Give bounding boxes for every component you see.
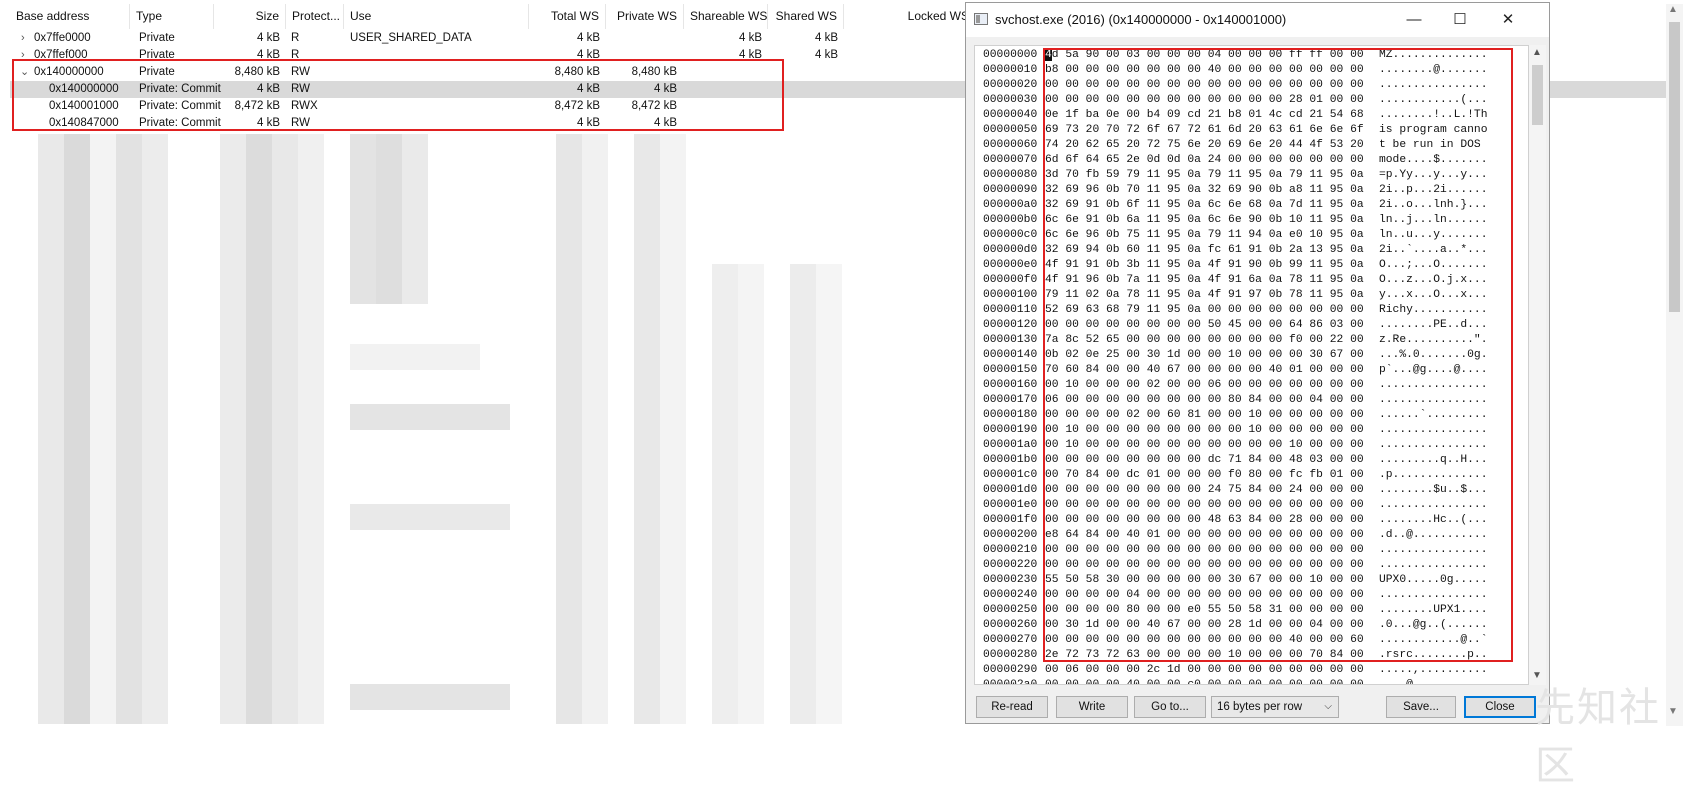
- column-header-type[interactable]: Type: [130, 4, 214, 29]
- hex-offset: 00000230: [983, 574, 1038, 586]
- cell-protect: R: [291, 32, 300, 44]
- hex-vertical-scrollbar[interactable]: [1529, 45, 1546, 685]
- column-header-total-ws[interactable]: Total WS: [529, 4, 606, 29]
- chevron-down-icon: ⌵: [1324, 701, 1332, 712]
- dialog-title-bar[interactable]: svchost.exe (2016) (0x140000000 - 0x1400…: [966, 3, 1549, 37]
- cell-use: USER_SHARED_DATA: [350, 32, 472, 44]
- cell-total-ws: 4 kB: [576, 32, 600, 44]
- save-button[interactable]: Save...: [1386, 696, 1456, 718]
- scroll-up-arrow-icon[interactable]: ▲: [1668, 4, 1678, 15]
- hex-offset: 000000a0: [983, 199, 1038, 211]
- write-button[interactable]: Write: [1056, 696, 1128, 718]
- hex-offset: 000001e0: [983, 499, 1038, 511]
- hex-offset: 00000170: [983, 394, 1038, 406]
- hex-offset: 000000b0: [983, 214, 1038, 226]
- cell-type: Private: [139, 32, 175, 44]
- hex-offset: 00000280: [983, 649, 1038, 661]
- hex-offset: 000001a0: [983, 439, 1038, 451]
- annotation-highlight-box: [12, 59, 784, 131]
- hex-editor-view[interactable]: 00000000 4d 5a 90 00 03 00 00 00 04 00 00…: [974, 45, 1529, 685]
- hex-offset: 00000180: [983, 409, 1038, 421]
- redacted-rows-mosaic: [10, 134, 910, 727]
- cell-shareable-ws: 4 kB: [738, 32, 762, 44]
- window-app-icon: [974, 13, 988, 25]
- column-header-use[interactable]: Use: [344, 4, 529, 29]
- hex-offset: 00000270: [983, 634, 1038, 646]
- memory-hex-dialog: svchost.exe (2016) (0x140000000 - 0x1400…: [965, 2, 1550, 724]
- hex-offset: 00000020: [983, 79, 1038, 91]
- hex-offset: 000000e0: [983, 259, 1038, 271]
- hex-bytes[interactable]: 00 00 00 00 40 00 00 c0 00 00 00 00 00 0…: [1045, 678, 1379, 684]
- hex-offset: 00000080: [983, 169, 1038, 181]
- hex-offset: 00000130: [983, 334, 1038, 346]
- goto-button[interactable]: Go to...: [1134, 696, 1206, 718]
- close-window-button[interactable]: ✕: [1485, 3, 1531, 37]
- column-header-size[interactable]: Size: [214, 4, 286, 29]
- hex-offset: 00000140: [983, 349, 1038, 361]
- hex-ascii[interactable]: .....,..........: [1379, 663, 1487, 678]
- hex-offset: 000000c0: [983, 229, 1038, 241]
- hex-bytes[interactable]: 00 06 00 00 00 2c 1d 00 00 00 00 00 00 0…: [1045, 663, 1379, 678]
- hex-ascii[interactable]: ....@...........: [1379, 678, 1487, 684]
- column-header-shared-ws[interactable]: Shared WS: [768, 4, 844, 29]
- column-header-private-ws[interactable]: Private WS: [606, 4, 684, 29]
- column-header-protect[interactable]: Protect...: [286, 4, 344, 29]
- hex-offset: 00000120: [983, 319, 1038, 331]
- hex-line[interactable]: 00000290 00 06 00 00 00 2c 1d 00 00 00 00…: [983, 663, 1487, 678]
- hex-offset: 00000290: [983, 664, 1038, 676]
- hex-offset: 00000260: [983, 619, 1038, 631]
- hex-offset: 00000040: [983, 109, 1038, 121]
- bytes-per-row-value: 16 bytes per row: [1217, 701, 1303, 713]
- hex-offset: 00000220: [983, 559, 1038, 571]
- hex-offset: 000000f0: [983, 274, 1038, 286]
- hex-offset: 000001b0: [983, 454, 1038, 466]
- cell-size: 4 kB: [256, 32, 280, 44]
- dialog-title: svchost.exe (2016) (0x140000000 - 0x1400…: [995, 12, 1287, 27]
- cell-shared-ws: 4 kB: [814, 32, 838, 44]
- scroll-up-arrow-icon[interactable]: ▲: [1532, 47, 1542, 58]
- hex-offset: 00000070: [983, 154, 1038, 166]
- hex-offset: 000001d0: [983, 484, 1038, 496]
- annotation-highlight-box: [1043, 48, 1513, 662]
- hex-offset: 000001f0: [983, 514, 1038, 526]
- hex-offset: 00000190: [983, 424, 1038, 436]
- column-header-locked-ws[interactable]: Locked WS: [844, 4, 976, 29]
- hex-offset: 00000240: [983, 589, 1038, 601]
- hex-offset: 00000060: [983, 139, 1038, 151]
- hex-offset: 00000050: [983, 124, 1038, 136]
- hex-offset: 00000200: [983, 529, 1038, 541]
- close-button[interactable]: Close: [1464, 696, 1536, 718]
- column-header-shareable-ws[interactable]: Shareable WS: [684, 4, 768, 29]
- hex-offset: 00000030: [983, 94, 1038, 106]
- hex-offset: 000000d0: [983, 244, 1038, 256]
- maximize-button[interactable]: ☐: [1437, 3, 1483, 37]
- hex-offset: 00000250: [983, 604, 1038, 616]
- hex-scrollbar-thumb[interactable]: [1532, 65, 1543, 125]
- watermark-logo-text: 先知社区: [1535, 685, 1661, 789]
- hex-offset: 00000210: [983, 544, 1038, 556]
- reread-button[interactable]: Re-read: [976, 696, 1048, 718]
- hex-offset: 00000000: [983, 49, 1038, 61]
- cell-private-ws: [607, 30, 677, 47]
- hex-offset: 00000160: [983, 379, 1038, 391]
- cell-base-address: 0x7ffe0000: [34, 32, 91, 44]
- scrollbar-thumb[interactable]: [1669, 22, 1680, 312]
- hex-offset: 00000010: [983, 64, 1038, 76]
- minimize-button[interactable]: —: [1391, 3, 1437, 37]
- hex-line[interactable]: 000002a0 00 00 00 00 40 00 00 c0 00 00 00…: [983, 678, 1487, 685]
- bytes-per-row-select[interactable]: 16 bytes per row ⌵: [1211, 696, 1339, 718]
- hex-offset: 000001c0: [983, 469, 1038, 481]
- column-header-base-address[interactable]: Base address: [10, 4, 130, 29]
- hex-offset: 00000110: [983, 304, 1038, 316]
- hex-offset: 000002a0: [983, 679, 1038, 685]
- hex-offset: 00000100: [983, 289, 1038, 301]
- hex-offset: 00000090: [983, 184, 1038, 196]
- chevron-right-icon[interactable]: ›: [21, 30, 25, 47]
- hex-offset: 00000150: [983, 364, 1038, 376]
